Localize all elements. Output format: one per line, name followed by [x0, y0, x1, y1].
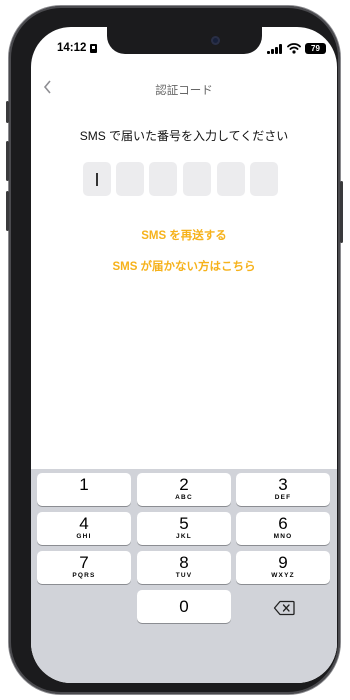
key-letters: TUV [175, 572, 193, 579]
key-9[interactable]: 9 WXYZ [236, 551, 330, 584]
power-button [340, 181, 343, 243]
phone-frame: 14:12 79 認証コード SMS で届いた番号を入力してください SMS を… [6, 6, 343, 694]
key-letters: ABC [175, 494, 193, 501]
key-number: 4 [79, 514, 89, 533]
key-4[interactable]: 4 GHI [37, 512, 131, 545]
volume-up-button [6, 141, 9, 181]
sim-card-icon [90, 44, 97, 53]
notch [107, 27, 262, 54]
instruction-text: SMS で届いた番号を入力してください [79, 129, 289, 143]
key-number: 6 [278, 514, 288, 533]
code-digit-input[interactable] [250, 162, 278, 196]
sms-not-received-link[interactable]: SMS が届かない方はこちら [31, 258, 337, 274]
key-letters: PQRS [72, 572, 96, 579]
key-number: 1 [79, 475, 89, 494]
verification-code-input [31, 162, 337, 196]
status-time: 14:12 [57, 42, 87, 54]
key-number: 2 [179, 475, 189, 494]
key-7[interactable]: 7 PQRS [37, 551, 131, 584]
key-1[interactable]: 1 [37, 473, 131, 506]
code-digit-input[interactable] [183, 162, 211, 196]
key-3[interactable]: 3 DEF [236, 473, 330, 506]
key-number: 8 [179, 553, 189, 572]
key-letters: JKL [176, 533, 192, 540]
silent-switch [6, 101, 9, 123]
nav-bar: 認証コード [31, 79, 337, 103]
key-number: 5 [179, 514, 189, 533]
text-cursor [96, 173, 98, 186]
key-letters: WXYZ [271, 572, 295, 579]
key-letters: GHI [76, 533, 92, 540]
key-number: 9 [278, 553, 288, 572]
code-digit-input[interactable] [116, 162, 144, 196]
key-5[interactable]: 5 JKL [137, 512, 231, 545]
numeric-keypad: 1 2 ABC 3 DEF 4 GHI 5 JKL 6 MNO 7 PQRS 8… [31, 469, 337, 683]
volume-down-button [6, 191, 9, 231]
cellular-signal-icon [267, 44, 283, 54]
key-8[interactable]: 8 TUV [137, 551, 231, 584]
key-number: 3 [278, 475, 288, 494]
resend-sms-link[interactable]: SMS を再送する [31, 227, 337, 243]
key-2[interactable]: 2 ABC [137, 473, 231, 506]
code-digit-input[interactable] [149, 162, 177, 196]
front-camera [211, 36, 220, 45]
page-title: 認証コード [155, 85, 213, 97]
key-0[interactable]: 0 [137, 590, 231, 623]
screen: 14:12 79 認証コード SMS で届いた番号を入力してください SMS を… [31, 27, 337, 683]
code-digit-input[interactable] [217, 162, 245, 196]
backspace-icon[interactable] [273, 600, 295, 616]
key-number: 7 [79, 553, 89, 572]
key-letters: MNO [273, 533, 293, 540]
key-6[interactable]: 6 MNO [236, 512, 330, 545]
battery-indicator: 79 [305, 43, 326, 54]
key-number: 0 [179, 597, 189, 616]
wifi-icon [287, 43, 301, 54]
key-letters: DEF [274, 494, 292, 501]
